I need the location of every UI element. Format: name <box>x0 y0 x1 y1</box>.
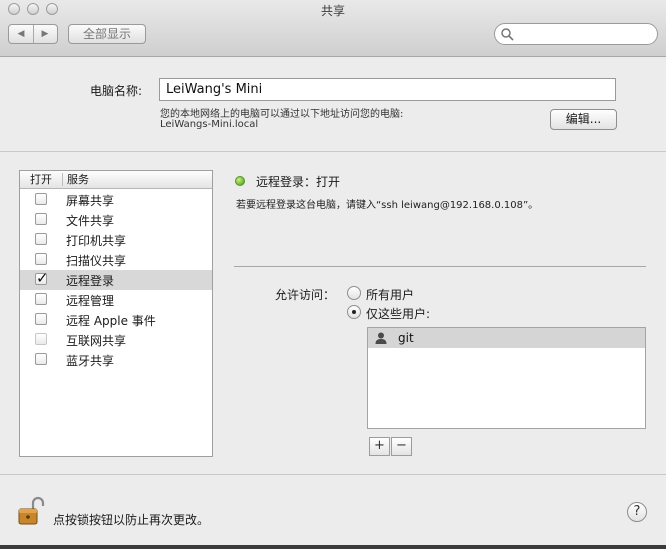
service-label: 蓝牙共享 <box>66 354 115 368</box>
unlocked-padlock-icon[interactable] <box>16 496 46 526</box>
radio-selected-dot <box>352 310 356 314</box>
column-header-service[interactable]: 服务 <box>67 171 89 188</box>
allowed-users-list: git <box>367 327 646 429</box>
allow-access-label: 允许访问： <box>275 288 336 302</box>
service-checkbox[interactable] <box>35 313 47 325</box>
window-bottom-edge <box>0 545 666 549</box>
service-checkbox[interactable] <box>35 333 47 345</box>
service-row-internet-sharing[interactable]: 互联网共享 <box>20 330 212 350</box>
service-row-scanner-sharing[interactable]: 扫描仪共享 <box>20 250 212 270</box>
forward-button[interactable]: ▶ <box>33 25 57 43</box>
service-label: 扫描仪共享 <box>66 254 127 268</box>
lock-instructions: 点按锁按钮以防止再次更改。 <box>53 513 210 527</box>
service-status-text: 远程登录：打开 <box>256 175 341 189</box>
service-checkbox[interactable] <box>35 293 47 305</box>
help-button[interactable]: ? <box>627 502 647 522</box>
service-checkbox[interactable] <box>35 233 47 245</box>
remove-user-button[interactable]: − <box>391 437 412 456</box>
service-checkbox[interactable]: ✓ <box>35 269 49 287</box>
footer-divider <box>0 474 666 475</box>
service-label: 打印机共享 <box>66 234 127 248</box>
service-label: 远程管理 <box>66 294 115 308</box>
service-checkbox[interactable] <box>35 193 47 205</box>
computer-name-input[interactable]: LeiWang's Mini <box>159 78 616 101</box>
service-label: 屏幕共享 <box>66 194 115 208</box>
checkmark-icon: ✓ <box>36 269 49 287</box>
service-checkbox[interactable] <box>35 353 47 365</box>
service-row-printer-sharing[interactable]: 打印机共享 <box>20 230 212 250</box>
edit-button[interactable]: 编辑... <box>550 109 617 130</box>
search-icon <box>501 28 514 41</box>
section-divider <box>234 266 646 267</box>
service-row-remote-login[interactable]: ✓ 远程登录 <box>20 269 212 290</box>
show-all-button[interactable]: 全部显示 <box>68 24 146 44</box>
service-label: 远程 Apple 事件 <box>66 314 156 328</box>
service-label: 远程登录 <box>66 274 115 288</box>
user-icon <box>375 332 387 344</box>
ssh-instructions: 若要远程登录这台电脑，请键入“ssh leiwang@192.168.0.108… <box>236 200 539 211</box>
local-address-value: LeiWangs-Mini.local <box>160 119 259 130</box>
services-list: 打开 服务 屏幕共享 文件共享 打印机共享 扫描仪共享 ✓ 远程登录 远程管理 … <box>19 170 213 457</box>
service-checkbox[interactable] <box>35 213 47 225</box>
status-indicator-dot <box>235 176 245 186</box>
add-user-button[interactable]: + <box>369 437 390 456</box>
service-row-bluetooth-sharing[interactable]: 蓝牙共享 <box>20 350 212 370</box>
services-list-header: 打开 服务 <box>20 171 212 189</box>
all-users-label[interactable]: 所有用户 <box>366 286 414 303</box>
computer-name-label: 电脑名称: <box>90 84 143 98</box>
local-address-description: 您的本地网络上的电脑可以通过以下地址访问您的电脑: <box>160 109 404 120</box>
search-field[interactable] <box>494 23 658 45</box>
back-forward-group: ◀ ▶ <box>8 24 58 44</box>
service-row-remote-management[interactable]: 远程管理 <box>20 290 212 310</box>
column-header-on[interactable]: 打开 <box>30 171 52 188</box>
service-checkbox[interactable] <box>35 253 47 265</box>
service-row-screen-sharing[interactable]: 屏幕共享 <box>20 190 212 210</box>
user-row[interactable]: git <box>368 328 645 348</box>
all-users-radio[interactable] <box>347 286 361 300</box>
service-label: 互联网共享 <box>66 334 127 348</box>
window-title: 共享 <box>320 4 345 18</box>
only-these-users-label[interactable]: 仅这些用户: <box>366 305 430 322</box>
sharing-preferences-window: 共享 ◀ ▶ 全部显示 电脑名称: LeiWang's Mini 您的本地网络上… <box>0 0 666 549</box>
only-these-users-radio[interactable] <box>347 305 361 319</box>
user-name: git <box>398 331 414 345</box>
service-row-file-sharing[interactable]: 文件共享 <box>20 210 212 230</box>
service-row-remote-apple-events[interactable]: 远程 Apple 事件 <box>20 310 212 330</box>
back-button[interactable]: ◀ <box>9 25 34 43</box>
window-titlebar: 共享 ◀ ▶ 全部显示 <box>0 0 666 57</box>
service-label: 文件共享 <box>66 214 115 228</box>
column-divider <box>62 173 63 186</box>
